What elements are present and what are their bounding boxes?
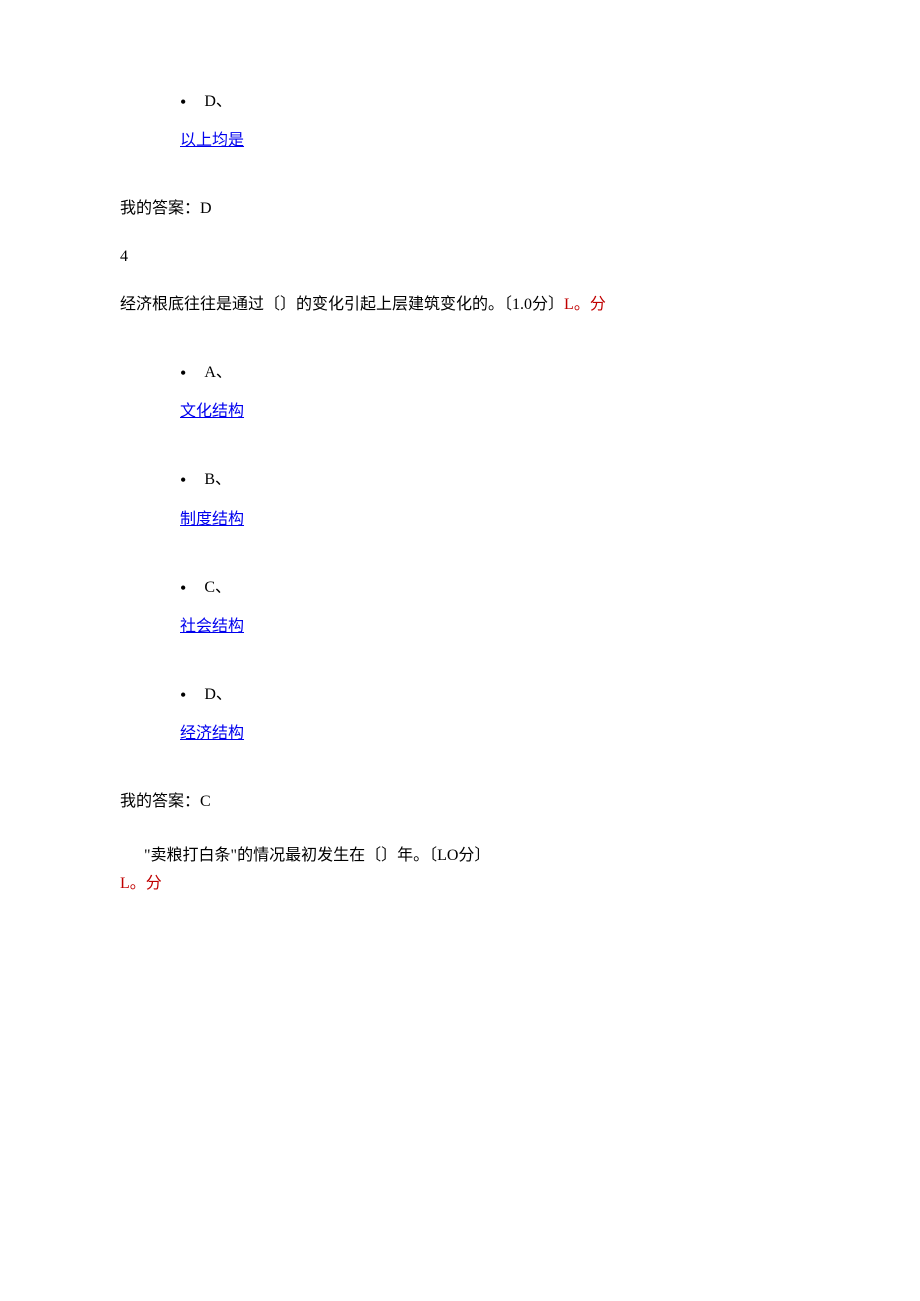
q4-stem-b: 1.0: [512, 296, 532, 313]
q3-option-d-link-row: 以上均是: [180, 129, 800, 153]
q3-option-d-row: • D、: [180, 90, 800, 115]
q4-my-answer-letter: C: [200, 793, 211, 810]
q4-stem-a: 经济根底往往是通过〔〕的变化引起上层建筑变化的。〔: [120, 296, 512, 313]
q4-option-d-link-row: 经济结构: [180, 722, 800, 746]
q4-option-a-link[interactable]: 文化结构: [180, 403, 244, 420]
q5-stem-a: "卖粮打白条"的情况最初发生在〔〕年。〔: [144, 847, 437, 864]
q4-stem-e: 。分: [574, 296, 606, 313]
q4-my-answer: 我的答案：C: [120, 790, 800, 814]
q4-option-b-link[interactable]: 制度结构: [180, 511, 244, 528]
q4-option-c-row: • C、: [180, 576, 800, 601]
q4-option-b-row: • B、: [180, 468, 800, 493]
q4-my-answer-label: 我的答案：: [120, 793, 200, 810]
q4-option-c-letter: C、: [204, 576, 231, 600]
q4-option-c-link-row: 社会结构: [180, 615, 800, 639]
q4-option-d-link[interactable]: 经济结构: [180, 725, 244, 742]
bullet-icon: •: [180, 361, 186, 386]
q4-option-b-link-row: 制度结构: [180, 508, 800, 532]
q4-option-a-letter: A、: [204, 361, 232, 385]
q5-stem-b: LO: [437, 847, 458, 864]
q4-option-d-letter: D、: [204, 683, 232, 707]
q5-score-b: 。分: [130, 875, 162, 892]
q4-stem: 经济根底往往是通过〔〕的变化引起上层建筑变化的。〔1.0分〕L。分: [120, 293, 800, 317]
q5-stem-c: 分〕: [458, 847, 490, 864]
q4-stem-c: 分〕: [532, 296, 564, 313]
q5-stem: "卖粮打白条"的情况最初发生在〔〕年。〔LO分〕: [144, 844, 800, 868]
q4-option-b-letter: B、: [204, 468, 231, 492]
bullet-icon: •: [180, 576, 186, 601]
q4-option-c-link[interactable]: 社会结构: [180, 618, 244, 635]
q3-my-answer-letter: D: [200, 200, 212, 217]
q4-option-a-row: • A、: [180, 361, 800, 386]
q4-stem-d: L: [564, 296, 574, 313]
q3-my-answer: 我的答案：D: [120, 197, 800, 221]
bullet-icon: •: [180, 683, 186, 708]
q4-option-d-row: • D、: [180, 683, 800, 708]
q4-option-a-link-row: 文化结构: [180, 400, 800, 424]
q4-number: 4: [120, 245, 800, 269]
q3-option-d-link[interactable]: 以上均是: [180, 132, 244, 149]
q3-my-answer-label: 我的答案：: [120, 200, 200, 217]
bullet-icon: •: [180, 90, 186, 115]
q3-option-d-letter: D、: [204, 90, 232, 114]
bullet-icon: •: [180, 468, 186, 493]
q5-score-a: L: [120, 875, 130, 892]
q5-score: L。分: [120, 872, 800, 896]
